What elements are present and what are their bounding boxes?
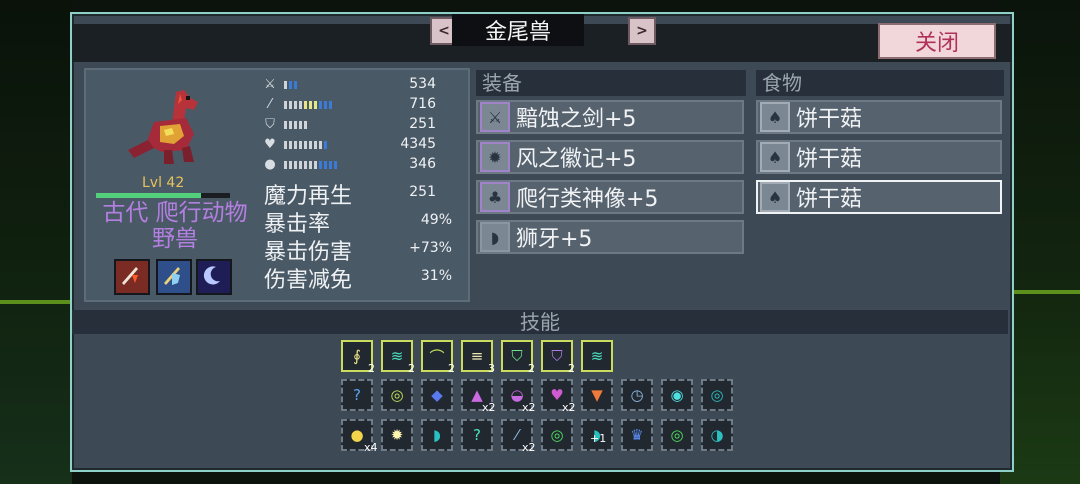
- equipment-slot-4[interactable]: ◗ 狮牙+5: [476, 220, 744, 254]
- equipment-header: 装备: [476, 70, 746, 96]
- stat-value-magic: 716: [409, 96, 436, 112]
- stat-bar-defense: [284, 121, 307, 129]
- close-button[interactable]: 关闭: [878, 23, 996, 59]
- grass-ledge: [0, 300, 72, 304]
- equipment-name: 爬行类神像+5: [516, 187, 659, 212]
- pet-name-title: 金尾兽: [452, 14, 584, 46]
- equipment-slot-3[interactable]: ♣ 爬行类神像+5: [476, 180, 744, 214]
- next-pet-button[interactable]: >: [628, 17, 656, 45]
- stat-row-magic: ⁄: [262, 96, 278, 114]
- skill-fire-down-icon[interactable]: ▼: [581, 379, 613, 411]
- stat-value-crit-rate: 49%: [420, 212, 452, 228]
- boot-icon: ●: [264, 157, 276, 172]
- skill-gust-icon[interactable]: ≋: [581, 340, 613, 372]
- skill-badge-shield-icon[interactable]: [156, 259, 192, 295]
- skill-count: 2: [448, 362, 455, 375]
- equipment-name: 狮牙+5: [516, 227, 593, 252]
- skill-green-ring-icon[interactable]: ◎: [541, 419, 573, 451]
- skill-teal-arc-icon[interactable]: ◗: [421, 419, 453, 451]
- skill-mystery-icon[interactable]: ?: [341, 379, 373, 411]
- skill-wave-icon[interactable]: ◉: [661, 379, 693, 411]
- skill-count: x2: [522, 401, 536, 414]
- food-slot-2[interactable]: ♠ 饼干菇: [756, 140, 1002, 174]
- species-label: 古代 爬行动物 野兽: [102, 200, 248, 252]
- mushroom-icon: ♠: [760, 102, 790, 132]
- skill-count: 2: [568, 362, 575, 375]
- skill-count: 2: [408, 362, 415, 375]
- stat-value-damage-reduction: 31%: [420, 268, 452, 284]
- stat-row-health: ♥: [262, 136, 278, 154]
- skill-lime-ring-icon[interactable]: ◎: [661, 419, 693, 451]
- sword-icon: ⚔: [264, 77, 276, 92]
- stat-value-defense: 251: [409, 116, 436, 132]
- stat-row-attack: ⚔: [262, 76, 278, 94]
- skill-teal-ring-icon[interactable]: ◎: [701, 379, 733, 411]
- stat-label-damage-reduction: 伤害减免: [264, 268, 353, 293]
- mushroom-icon: ♠: [760, 182, 790, 212]
- wand-icon: ⁄: [268, 97, 272, 112]
- creature-portrait: [128, 90, 198, 164]
- skill-badge-fire-icon[interactable]: [114, 259, 150, 295]
- equipment-name: 风之徽记+5: [516, 147, 637, 172]
- food-name: 饼干菇: [796, 187, 863, 212]
- stat-row-speed: ●: [262, 156, 278, 174]
- skill-swirl-icon[interactable]: ◑: [701, 419, 733, 451]
- stat-value-crit-damage: +73%: [409, 240, 452, 256]
- background-left: [0, 0, 72, 484]
- statue-icon: ♣: [480, 182, 510, 212]
- food-slot-3[interactable]: ♠ 饼干菇: [756, 180, 1002, 214]
- skill-sunburst-icon[interactable]: ✹: [381, 419, 413, 451]
- skill-count: x4: [364, 441, 378, 454]
- stat-bar-attack: [284, 81, 297, 89]
- skill-count: x2: [482, 401, 496, 414]
- skill-count: 3: [488, 362, 495, 375]
- stat-value-health: 4345: [400, 136, 436, 152]
- equipment-slot-2[interactable]: ✹ 风之徽记+5: [476, 140, 744, 174]
- stat-value-mana-regen: 251: [409, 184, 436, 200]
- mushroom-icon: ♠: [760, 142, 790, 172]
- food-slot-1[interactable]: ♠ 饼干菇: [756, 100, 1002, 134]
- skill-count: +1: [590, 432, 607, 445]
- skill-clock-icon[interactable]: ◷: [621, 379, 653, 411]
- sword-icon: ⚔: [480, 102, 510, 132]
- fang-icon: ◗: [480, 222, 510, 252]
- skill-count: x2: [522, 441, 536, 454]
- grass-ledge: [1010, 290, 1080, 294]
- next-arrow-icon: >: [636, 23, 648, 39]
- skill-badge-moon-icon[interactable]: [196, 259, 232, 295]
- gear-emblem-icon: ✹: [480, 142, 510, 172]
- level-label: Lvl 42: [142, 175, 185, 191]
- stat-bar-speed: [284, 161, 337, 169]
- stat-value-speed: 346: [409, 156, 436, 172]
- skills-header: 技能: [72, 310, 1008, 334]
- stat-bar-magic: [284, 101, 332, 109]
- xp-bar: [96, 193, 230, 198]
- skill-count: 2: [528, 362, 535, 375]
- shield-icon: ⛉: [265, 117, 275, 132]
- stat-row-defense: ⛉: [262, 116, 278, 134]
- skill-blue-shard-icon[interactable]: ◆: [421, 379, 453, 411]
- food-name: 饼干菇: [796, 147, 863, 172]
- heart-icon: ♥: [264, 137, 276, 152]
- skill-crown-ring-icon[interactable]: ◎: [381, 379, 413, 411]
- stat-value-attack: 534: [409, 76, 436, 92]
- skill-count: 2: [368, 362, 375, 375]
- prev-arrow-icon: <: [438, 23, 450, 39]
- food-name: 饼干菇: [796, 107, 863, 132]
- skill-count: x2: [562, 401, 576, 414]
- equipment-name: 黯蚀之剑+5: [516, 107, 637, 132]
- equipment-slot-1[interactable]: ⚔ 黯蚀之剑+5: [476, 100, 744, 134]
- xp-bar-fill: [96, 193, 201, 198]
- food-header: 食物: [756, 70, 1004, 96]
- stat-bar-health: [284, 141, 327, 149]
- skill-teal-mystery-icon[interactable]: ?: [461, 419, 493, 451]
- skill-crown-icon[interactable]: ♛: [621, 419, 653, 451]
